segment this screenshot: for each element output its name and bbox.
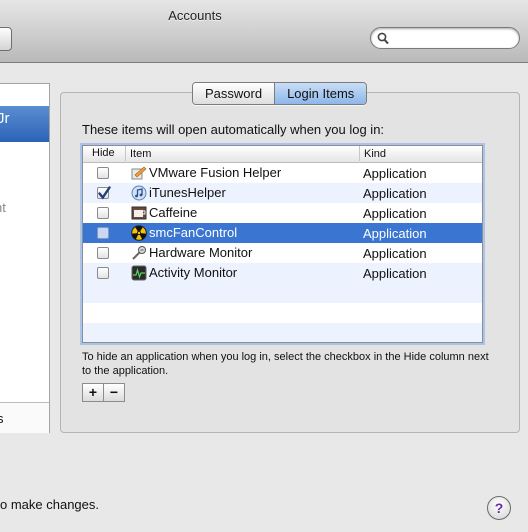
table-row[interactable]: iTunesHelper Application: [83, 183, 482, 203]
account-item-gray-label: nt: [0, 200, 6, 215]
show-all-button[interactable]: [0, 27, 12, 51]
tab-bar: Password Login Items: [192, 82, 368, 105]
item-kind: Application: [363, 226, 427, 241]
empty-row: [83, 303, 482, 323]
lock-message: o make changes.: [0, 497, 100, 512]
login-options-label: s: [0, 411, 4, 426]
hide-checkbox[interactable]: [97, 227, 109, 239]
account-item-selected[interactable]: Jr: [0, 106, 49, 142]
item-name: smcFanControl: [149, 225, 238, 240]
login-items-intro: These items will open automatically when…: [82, 122, 385, 137]
hide-hint: To hide an application when you log in, …: [82, 351, 489, 377]
hide-checkbox[interactable]: [97, 186, 111, 200]
login-items-table[interactable]: Hide Item Kind VMware Fusion Helper Appli…: [82, 145, 483, 343]
empty-row: [83, 323, 482, 342]
item-name: Hardware Monitor: [149, 245, 253, 260]
help-button[interactable]: ?: [487, 496, 511, 520]
table-header: Hide Item Kind: [83, 146, 482, 163]
remove-item-button[interactable]: −: [103, 384, 124, 401]
item-name: VMware Fusion Helper: [149, 165, 282, 180]
tab-login-items[interactable]: Login Items: [274, 83, 367, 104]
hide-checkbox[interactable]: [97, 207, 109, 219]
item-name: iTunesHelper: [149, 185, 226, 200]
item-name: Caffeine: [149, 205, 198, 220]
column-hide[interactable]: Hide: [92, 147, 115, 159]
item-kind: Application: [363, 206, 427, 221]
column-item[interactable]: Item: [125, 146, 151, 161]
fan-icon: [131, 225, 147, 241]
search-icon: [377, 32, 389, 45]
caffeine-icon: [131, 205, 147, 221]
activity-monitor-icon: [131, 265, 147, 281]
table-row[interactable]: VMware Fusion Helper Application: [83, 163, 482, 183]
item-kind: Application: [363, 166, 427, 181]
window-title: Accounts: [168, 8, 222, 23]
item-kind: Application: [363, 186, 427, 201]
item-kind: Application: [363, 246, 427, 261]
hide-checkbox[interactable]: [97, 247, 109, 259]
hide-checkbox[interactable]: [97, 167, 109, 179]
column-kind[interactable]: Kind: [359, 146, 386, 161]
checkmark-icon: [98, 186, 111, 200]
add-remove-buttons: + −: [82, 383, 125, 402]
itunes-icon: [131, 185, 147, 201]
table-row[interactable]: Hardware Monitor Application: [83, 243, 482, 263]
tab-password[interactable]: Password: [193, 83, 275, 104]
item-kind: Application: [363, 266, 427, 281]
account-item-label: Jr: [0, 110, 10, 127]
empty-row: [83, 283, 482, 303]
hide-checkbox[interactable]: [97, 267, 109, 279]
table-row[interactable]: Caffeine Application: [83, 203, 482, 223]
toolbar: Accounts: [0, 0, 528, 63]
hardware-monitor-icon: [131, 245, 147, 261]
login-options-item[interactable]: s: [0, 402, 49, 433]
table-row[interactable]: smcFanControl Application: [83, 223, 482, 243]
accounts-list[interactable]: Jr nt s: [0, 83, 50, 433]
item-name: Activity Monitor: [149, 265, 238, 280]
table-row[interactable]: Activity Monitor Application: [83, 263, 482, 283]
vmware-icon: [131, 165, 147, 181]
search-field[interactable]: [370, 27, 520, 49]
search-input[interactable]: [393, 30, 511, 46]
add-item-button[interactable]: +: [83, 384, 103, 401]
